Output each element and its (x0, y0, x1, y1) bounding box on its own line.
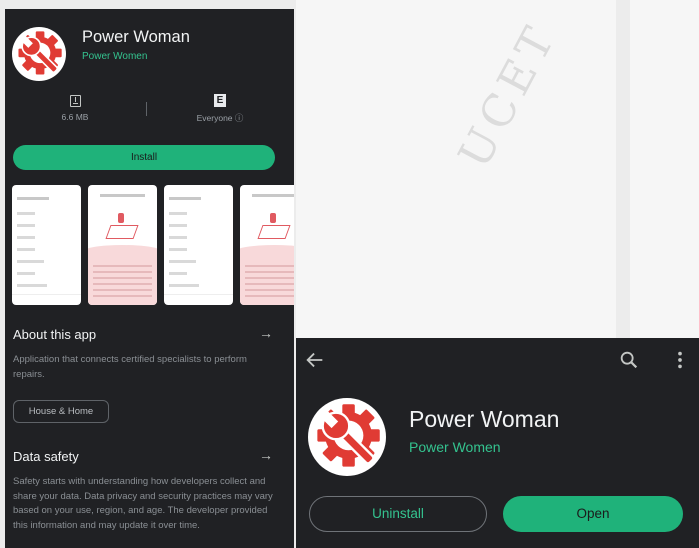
background-panel (630, 0, 699, 338)
screenshot-thumbnail[interactable] (12, 185, 81, 305)
rating-label: Everyone ⓘ (196, 113, 244, 123)
size-label: 6.6 MB (61, 112, 89, 122)
about-heading: About this app (13, 327, 97, 342)
developer-link[interactable]: Power Women (409, 439, 501, 455)
about-description: Application that connects certified spec… (13, 354, 247, 380)
uninstall-button[interactable]: Uninstall (309, 496, 487, 532)
app-icon (308, 398, 386, 476)
screenshot-thumbnail[interactable] (164, 185, 233, 305)
installed-app-screen: Power Woman Power Women Uninstall Open (296, 338, 699, 548)
developer-link[interactable]: Power Women (82, 51, 147, 62)
search-icon[interactable] (618, 349, 640, 371)
data-safety-description: Safety starts with understanding how dev… (13, 476, 273, 531)
play-store-listing-screen: Power Woman Power Women 6.6 MB E Everyon… (5, 9, 294, 548)
category-chip[interactable]: House & Home (13, 400, 109, 423)
back-arrow-icon[interactable] (304, 349, 326, 371)
size-stat: 6.6 MB (45, 95, 105, 122)
install-button[interactable]: Install (13, 145, 275, 170)
content-rating-icon: E (214, 94, 226, 107)
screenshot-thumbnail[interactable] (240, 185, 294, 305)
about-arrow-icon[interactable]: → (259, 325, 273, 341)
background-panel (296, 0, 616, 338)
data-safety-heading: Data safety (13, 449, 79, 464)
app-icon (12, 27, 66, 81)
app-title: Power Woman (82, 28, 190, 46)
gear-wrench-icon (317, 404, 380, 467)
open-button[interactable]: Open (503, 496, 683, 532)
download-icon (69, 95, 81, 107)
gear-wrench-icon (18, 31, 62, 75)
data-safety-arrow-icon[interactable]: → (259, 447, 273, 463)
app-title: Power Woman (409, 406, 560, 432)
rating-stat[interactable]: E Everyone ⓘ (185, 94, 255, 124)
more-vert-icon[interactable] (670, 349, 690, 371)
screenshot-thumbnail[interactable] (88, 185, 157, 305)
divider (146, 102, 147, 116)
